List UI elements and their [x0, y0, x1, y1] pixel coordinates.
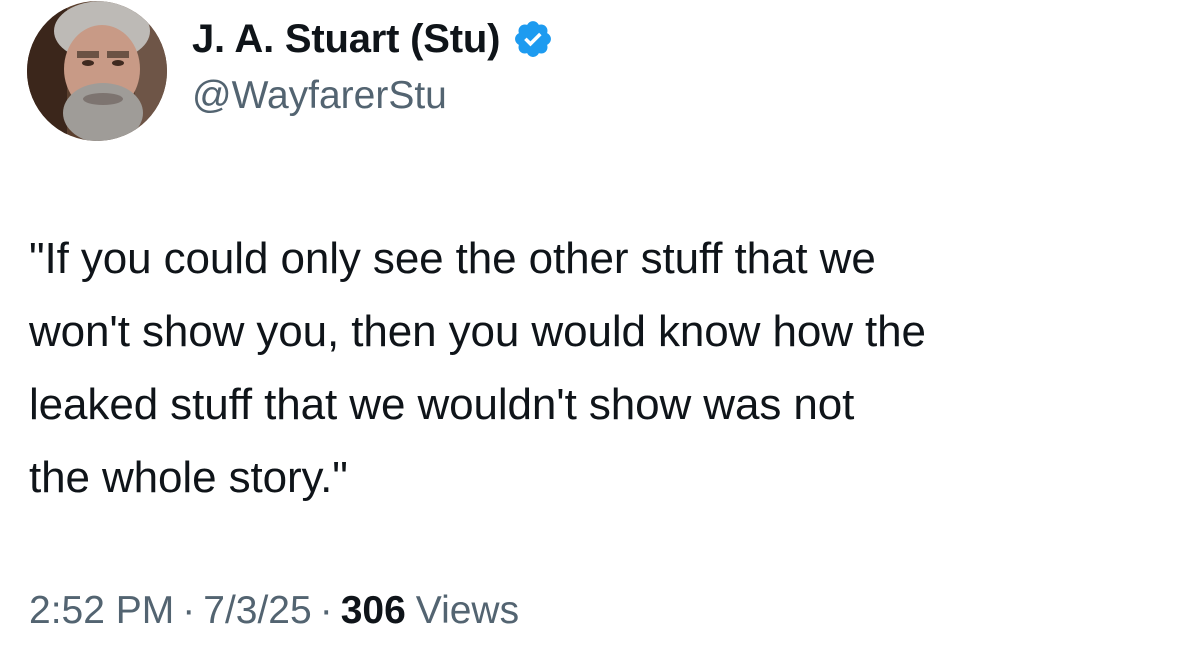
- tweet-text: "If you could only see the other stuff t…: [29, 234, 926, 502]
- meta-separator: ·: [319, 589, 333, 632]
- author-name-row: J. A. Stuart (Stu): [192, 14, 554, 64]
- verified-badge-icon: [512, 18, 554, 60]
- views-count[interactable]: 306: [341, 589, 406, 633]
- author-display-name[interactable]: J. A. Stuart (Stu): [192, 17, 500, 62]
- avatar[interactable]: [27, 1, 167, 141]
- tweet-time[interactable]: 2:52 PM: [29, 589, 174, 633]
- views-label[interactable]: Views: [416, 589, 519, 633]
- meta-separator: ·: [182, 589, 196, 632]
- tweet-card: J. A. Stuart (Stu) @WayfarerStu "If you …: [0, 0, 1179, 651]
- tweet-date[interactable]: 7/3/25: [203, 589, 311, 633]
- author-handle[interactable]: @WayfarerStu: [192, 74, 447, 118]
- avatar-image: [27, 1, 167, 141]
- tweet-meta: 2:52 PM · 7/3/25 · 306 Views: [29, 589, 519, 633]
